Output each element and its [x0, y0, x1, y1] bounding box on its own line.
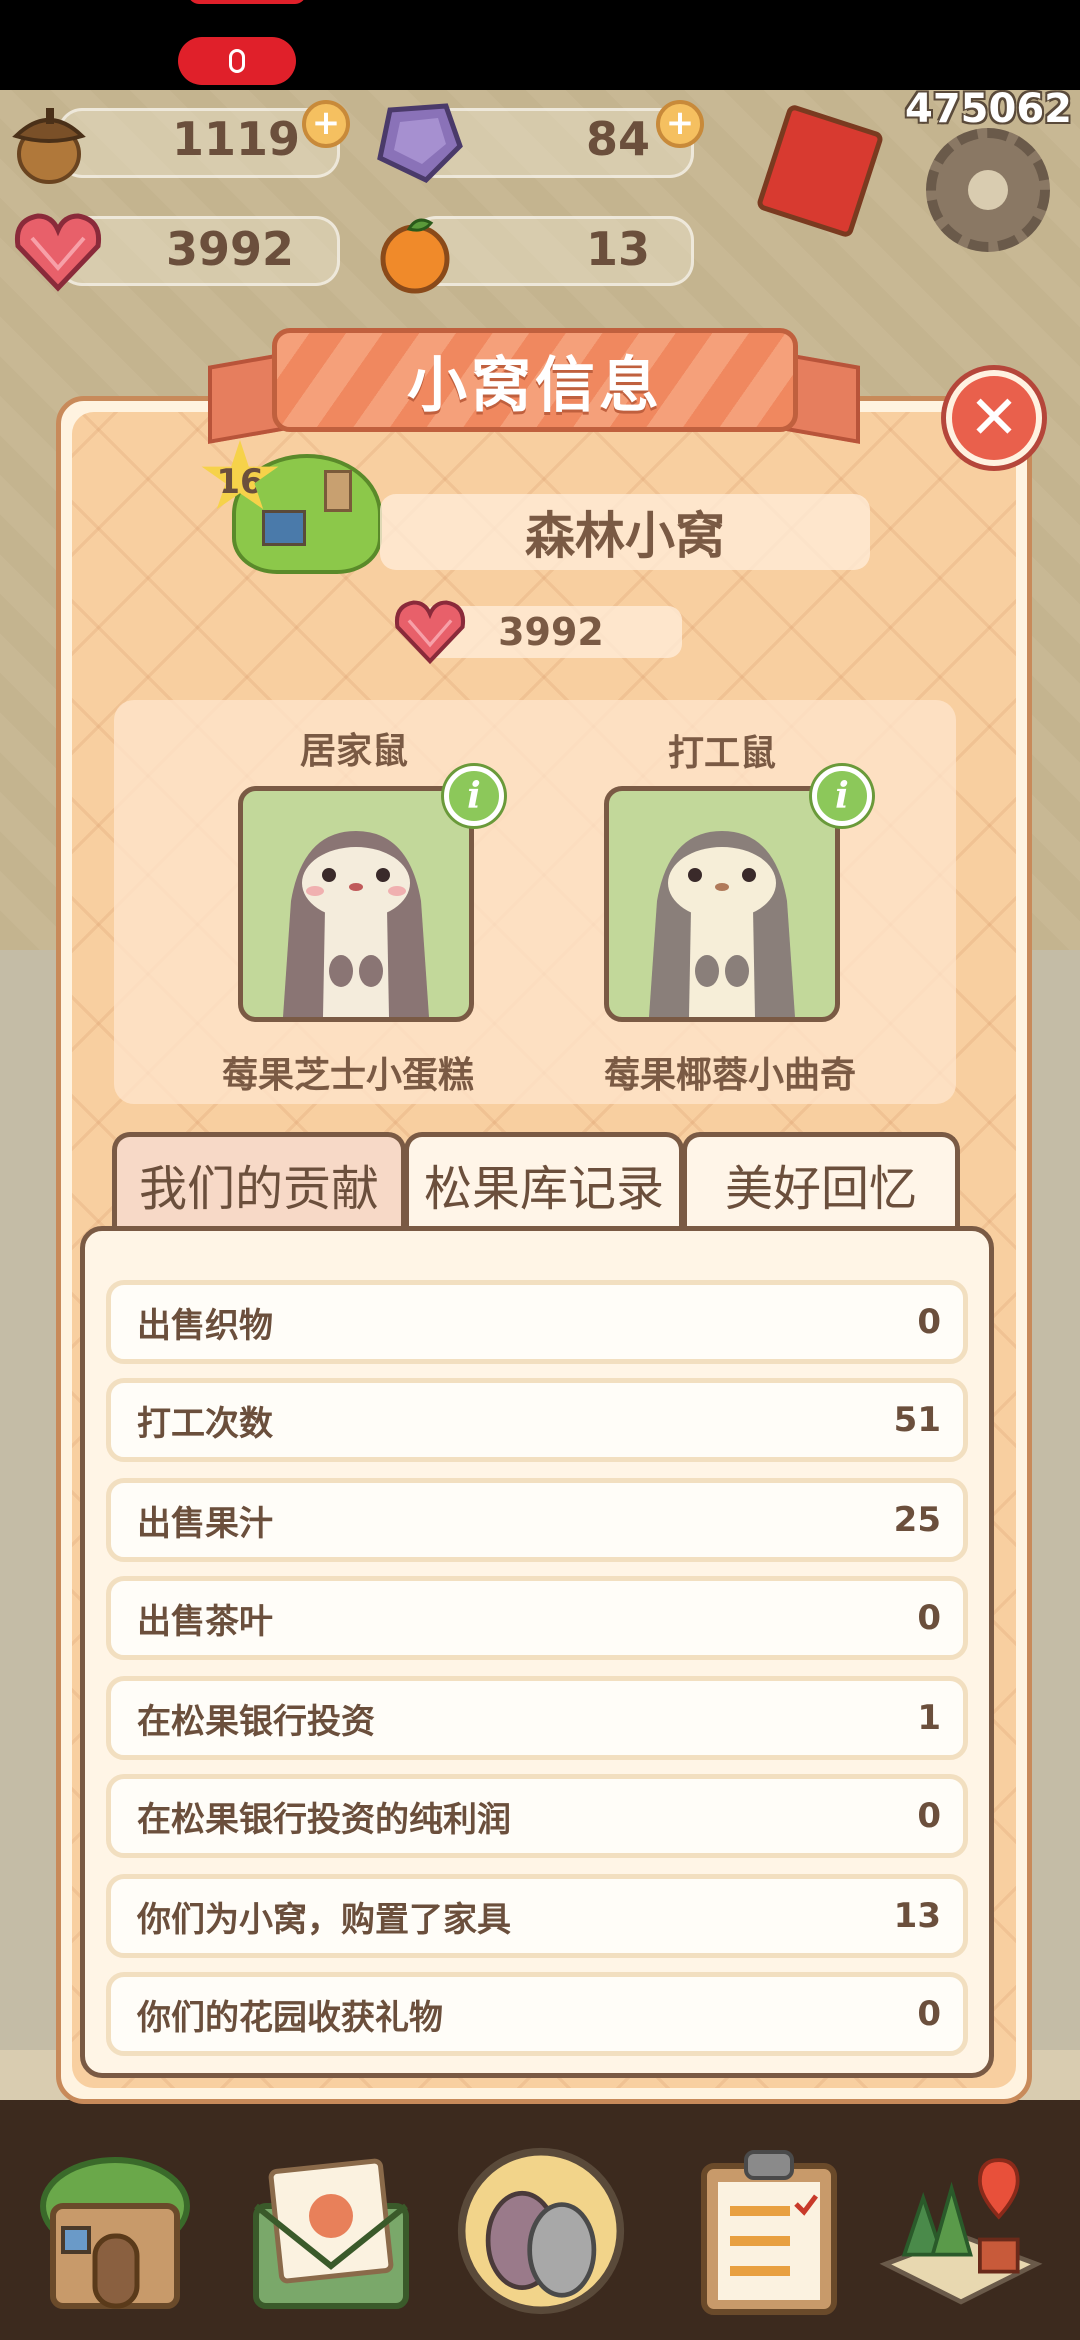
mouse-icon: [283, 831, 429, 1017]
resident-portrait-worker[interactable]: [604, 786, 840, 1022]
stat-value: 25: [893, 1500, 941, 1540]
add-acorns-button[interactable]: +: [302, 100, 350, 148]
add-gems-button[interactable]: +: [656, 100, 704, 148]
resident-name-worker: 莓果椰蓉小曲奇: [603, 1055, 856, 1096]
stat-row: 出售织物 0: [106, 1280, 968, 1364]
stat-value: 13: [893, 1896, 941, 1936]
stat-label: 出售织物: [137, 1305, 273, 1346]
heart-gem-icon: [390, 596, 470, 666]
tab-memories[interactable]: 美好回忆: [682, 1132, 960, 1230]
stat-row: 你们的花园收获礼物 0: [106, 1972, 968, 2056]
nest-name-box: 森林小窝: [380, 494, 870, 570]
stat-label: 打工次数: [137, 1403, 273, 1444]
stat-value: 51: [893, 1400, 941, 1440]
stat-label: 在松果银行投资的纯利润: [137, 1799, 511, 1840]
stat-label: 出售茶叶: [137, 1601, 273, 1642]
mouse-icon: [649, 831, 795, 1017]
clipboard-icon: [701, 2150, 837, 2315]
stat-row: 在松果银行投资 1: [106, 1676, 968, 1760]
orange-count: 13: [585, 222, 650, 276]
stat-row: 出售茶叶 0: [106, 1576, 968, 1660]
microphone-indicator: [178, 37, 296, 85]
tab-contribution[interactable]: 我们的贡献: [112, 1132, 406, 1230]
stat-value: 0: [917, 1598, 941, 1638]
stat-label: 你们为小窝，购置了家具: [137, 1899, 511, 1940]
stat-row: 出售果汁 25: [106, 1478, 968, 1562]
gem-count: 84: [585, 112, 650, 166]
gear-icon[interactable]: [926, 128, 1050, 252]
gem-icon: [368, 98, 468, 188]
title-ribbon: 小窝信息: [272, 328, 798, 432]
stat-row: 你们为小窝，购置了家具 13: [106, 1874, 968, 1958]
nav-mail-button[interactable]: [246, 2138, 416, 2324]
panel-title: 小窝信息: [407, 350, 663, 421]
status-bar: [0, 0, 1080, 90]
acorn-count: 1119: [171, 112, 300, 166]
stat-value: 1: [917, 1698, 941, 1738]
nav-tasks-button[interactable]: [684, 2138, 854, 2324]
tab-pinecone-records[interactable]: 松果库记录: [404, 1132, 684, 1230]
mice-icon: [457, 2147, 625, 2315]
heart-gem-icon: [8, 206, 108, 296]
resident-role-worker: 打工鼠: [667, 733, 776, 774]
nav-map-button[interactable]: [876, 2138, 1046, 2324]
acorn-icon: [4, 92, 94, 188]
stat-row: 打工次数 51: [106, 1378, 968, 1462]
close-button[interactable]: ✕: [946, 370, 1042, 466]
resident-info-home-button[interactable]: i: [444, 766, 504, 826]
player-id: 475062: [905, 86, 1072, 132]
mail-icon: [253, 2158, 409, 2309]
stat-label: 你们的花园收获礼物: [137, 1997, 443, 2038]
resident-name-home: 莓果芝士小蛋糕: [221, 1055, 474, 1096]
resident-portrait-home[interactable]: [238, 786, 474, 1022]
stat-value: 0: [917, 1994, 941, 2034]
stat-label: 在松果银行投资: [137, 1701, 375, 1742]
status-indicator: [188, 0, 306, 4]
resident-role-home: 居家鼠: [299, 731, 408, 772]
close-icon: ✕: [968, 383, 1020, 453]
stat-value: 0: [917, 1796, 941, 1836]
microphone-icon: [229, 49, 245, 73]
nav-mice-button[interactable]: [456, 2138, 626, 2324]
house-icon: [40, 2157, 190, 2309]
nest-name: 森林小窝: [525, 507, 725, 565]
stat-row: 在松果银行投资的纯利润 0: [106, 1774, 968, 1858]
stat-value: 0: [917, 1302, 941, 1342]
orange-icon: [372, 210, 458, 296]
nav-home-button[interactable]: [30, 2138, 200, 2324]
map-icon: [879, 2158, 1043, 2305]
resident-info-worker-button[interactable]: i: [812, 766, 872, 826]
stat-label: 出售果汁: [137, 1503, 273, 1544]
heart-count: 3992: [165, 222, 294, 276]
